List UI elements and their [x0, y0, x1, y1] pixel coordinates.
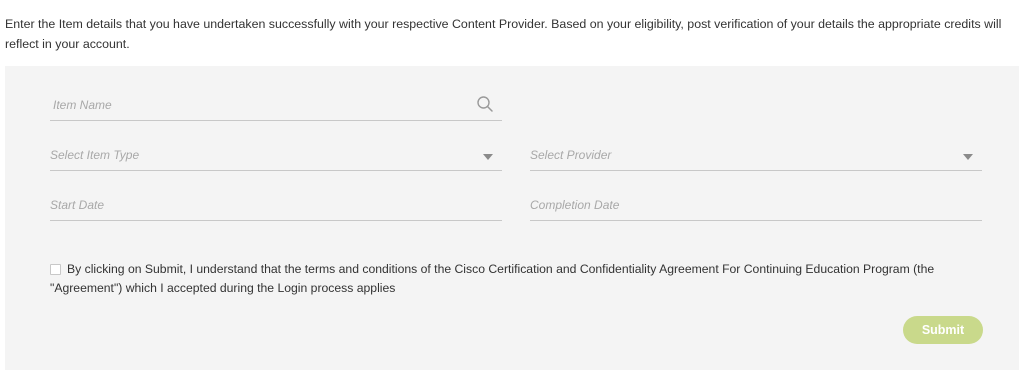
- agreement-text: By clicking on Submit, I understand that…: [50, 262, 935, 295]
- start-date-input[interactable]: [50, 192, 502, 218]
- caret-down-icon: [963, 154, 973, 160]
- caret-down-icon: [483, 154, 493, 160]
- completion-date-field[interactable]: [530, 192, 982, 221]
- item-name-input[interactable]: [50, 92, 505, 118]
- agreement-row: By clicking on Submit, I understand that…: [50, 260, 990, 298]
- agreement-checkbox[interactable]: [50, 264, 61, 275]
- provider-placeholder: Select Provider: [530, 148, 612, 162]
- intro-text: Enter the Item details that you have und…: [5, 17, 1002, 51]
- item-name-field[interactable]: [50, 92, 505, 121]
- item-type-select[interactable]: Select Item Type: [50, 142, 502, 171]
- start-date-field[interactable]: [50, 192, 502, 221]
- item-details-form: Select Item Type Select Provider By clic…: [5, 66, 1019, 370]
- submit-button[interactable]: Submit: [903, 316, 983, 344]
- item-type-placeholder: Select Item Type: [50, 148, 140, 162]
- completion-date-input[interactable]: [530, 192, 982, 218]
- search-icon[interactable]: [476, 95, 494, 113]
- provider-select[interactable]: Select Provider: [530, 142, 982, 171]
